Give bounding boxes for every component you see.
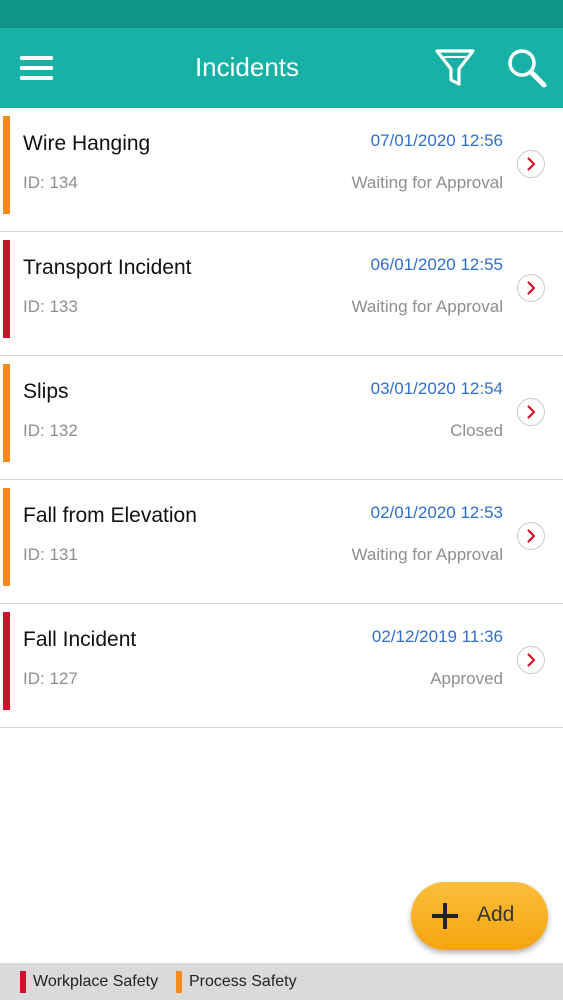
page-title: Incidents (194, 52, 300, 82)
menu-button[interactable] (14, 46, 60, 90)
incident-status: Approved (430, 669, 503, 688)
filter-icon (435, 49, 475, 86)
legend-label: Workplace Safety (33, 973, 159, 990)
incident-list: Wire Hanging ID: 134 07/01/2020 12:56 Wa… (0, 108, 563, 728)
incident-row[interactable]: Transport Incident ID: 133 06/01/2020 12… (0, 232, 563, 356)
category-indicator (3, 116, 10, 214)
incident-id: ID: 127 (23, 669, 78, 688)
search-icon (508, 49, 547, 88)
incident-title: Fall from Elevation (23, 504, 197, 527)
incident-date: 02/01/2020 12:53 (370, 503, 503, 522)
incident-id: ID: 132 (23, 421, 78, 440)
incident-title: Slips (23, 380, 69, 403)
add-incident-button[interactable]: Add (411, 882, 548, 950)
incident-date: 06/01/2020 12:55 (370, 255, 503, 274)
category-indicator (3, 364, 10, 462)
status-bar (0, 0, 563, 28)
incident-date: 07/01/2020 12:56 (370, 131, 503, 150)
incident-title: Transport Incident (23, 256, 192, 279)
incident-status: Waiting for Approval (351, 297, 504, 316)
plus-icon (432, 903, 458, 929)
menu-icon (20, 56, 53, 80)
chevron-right-icon (527, 405, 536, 419)
incident-id: ID: 133 (23, 297, 78, 316)
category-indicator (3, 612, 10, 710)
incident-id: ID: 131 (23, 545, 78, 564)
search-button[interactable] (502, 44, 552, 92)
legend-swatch (20, 971, 26, 993)
filter-button[interactable] (432, 44, 478, 92)
incident-title: Fall Incident (23, 628, 137, 651)
incident-id: ID: 134 (23, 173, 78, 192)
incident-status: Closed (450, 421, 503, 440)
chevron-right-icon (527, 653, 536, 667)
add-button-label: Add (477, 903, 515, 926)
incident-row[interactable]: Slips ID: 132 03/01/2020 12:54 Closed (0, 356, 563, 480)
legend-swatch (176, 971, 182, 993)
incident-row[interactable]: Fall Incident ID: 127 02/12/2019 11:36 A… (0, 604, 563, 728)
chevron-right-icon (527, 157, 536, 171)
chevron-right-icon (527, 529, 536, 543)
open-incident-button[interactable] (517, 274, 545, 302)
chevron-right-icon (527, 281, 536, 295)
app-bar: Incidents (0, 28, 563, 108)
incident-date: 03/01/2020 12:54 (370, 379, 503, 398)
open-incident-button[interactable] (517, 646, 545, 674)
incident-row[interactable]: Wire Hanging ID: 134 07/01/2020 12:56 Wa… (0, 108, 563, 232)
legend-label: Process Safety (189, 973, 297, 990)
incident-status: Waiting for Approval (351, 545, 504, 564)
category-indicator (3, 488, 10, 586)
open-incident-button[interactable] (517, 398, 545, 426)
open-incident-button[interactable] (517, 522, 545, 550)
category-indicator (3, 240, 10, 338)
incident-row[interactable]: Fall from Elevation ID: 131 02/01/2020 1… (0, 480, 563, 604)
incident-status: Waiting for Approval (351, 173, 504, 192)
open-incident-button[interactable] (517, 150, 545, 178)
incident-title: Wire Hanging (23, 132, 151, 155)
incident-date: 02/12/2019 11:36 (371, 627, 503, 646)
category-legend: Workplace Safety Process Safety (0, 963, 563, 1000)
